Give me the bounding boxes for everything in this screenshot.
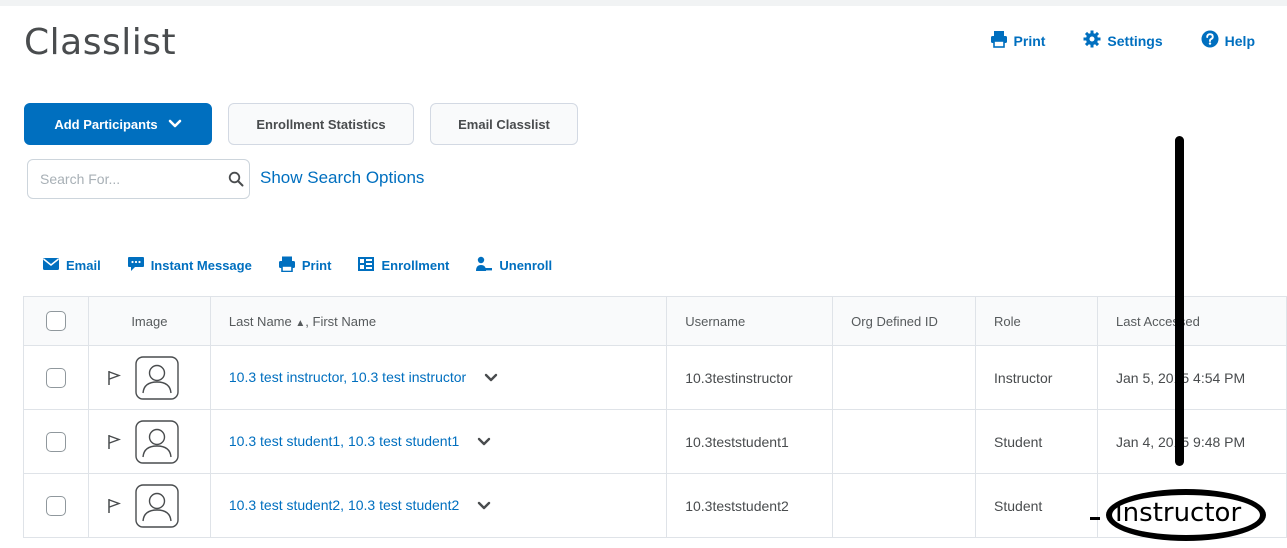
add-participants-button[interactable]: Add Participants bbox=[24, 103, 212, 145]
image-cell bbox=[88, 474, 211, 538]
header-name[interactable]: Last Name ▲, First Name bbox=[210, 296, 668, 346]
row-select-cell bbox=[23, 474, 89, 538]
last-accessed-cell: Jan 4, 2015 9:48 PM bbox=[1097, 410, 1287, 474]
row-select-cell bbox=[23, 410, 89, 474]
enrollment-grid-icon bbox=[357, 256, 375, 275]
printer-icon bbox=[278, 256, 296, 275]
table-header-row: Image Last Name ▲, First Name Username O… bbox=[23, 296, 1287, 346]
table-row: 10.3 test instructor, 10.3 test instruct… bbox=[23, 346, 1287, 410]
classlist-table: Image Last Name ▲, First Name Username O… bbox=[23, 296, 1287, 538]
question-circle-icon bbox=[1201, 30, 1219, 51]
table-row: 10.3 test student2, 10.3 test student2 1… bbox=[23, 474, 1287, 538]
annotation-line bbox=[1175, 136, 1184, 466]
chevron-down-icon[interactable] bbox=[477, 434, 491, 450]
select-all-checkbox[interactable] bbox=[45, 311, 66, 331]
row-checkbox[interactable] bbox=[45, 495, 66, 516]
header-username[interactable]: Username bbox=[667, 296, 834, 346]
flag-icon[interactable] bbox=[107, 370, 121, 386]
gear-icon bbox=[1083, 30, 1101, 51]
last-accessed-cell: Jan 5, 2015 4:54 PM bbox=[1097, 346, 1287, 410]
chevron-down-icon[interactable] bbox=[484, 370, 498, 386]
table-actions: Email Instant Message Print Enrollment U… bbox=[42, 256, 552, 275]
name-cell: 10.3 test student1, 10.3 test student1 bbox=[210, 410, 668, 474]
instant-message-action[interactable]: Instant Message bbox=[127, 256, 252, 275]
select-all-cell bbox=[23, 296, 89, 346]
org-id-cell bbox=[833, 410, 977, 474]
name-cell: 10.3 test instructor, 10.3 test instruct… bbox=[210, 346, 668, 410]
envelope-icon bbox=[42, 256, 60, 275]
user-name-link[interactable]: 10.3 test student2, 10.3 test student2 bbox=[229, 497, 459, 513]
enrollment-action[interactable]: Enrollment bbox=[357, 256, 449, 275]
header-image: Image bbox=[88, 296, 211, 346]
row-select-cell bbox=[23, 346, 89, 410]
username-cell: 10.3testinstructor bbox=[667, 346, 834, 410]
email-action-label: Email bbox=[66, 258, 101, 273]
primary-actions: Add Participants Enrollment Statistics E… bbox=[24, 103, 578, 145]
print-action-label: Print bbox=[301, 258, 332, 273]
search-input[interactable] bbox=[28, 160, 223, 198]
row-checkbox[interactable] bbox=[45, 431, 66, 452]
email-action[interactable]: Email bbox=[42, 256, 101, 275]
row-checkbox[interactable] bbox=[45, 367, 66, 388]
search-box bbox=[27, 159, 250, 199]
user-minus-icon bbox=[475, 256, 493, 275]
unenroll-action-label: Unenroll bbox=[499, 258, 553, 273]
printer-icon bbox=[990, 30, 1008, 51]
header-first-name[interactable]: , First Name bbox=[305, 314, 376, 329]
header-last-name[interactable]: Last Name bbox=[229, 314, 292, 329]
user-avatar-icon bbox=[135, 355, 179, 400]
user-name-link[interactable]: 10.3 test student1, 10.3 test student1 bbox=[229, 433, 459, 449]
role-cell: Instructor bbox=[976, 346, 1098, 410]
top-links: Print Settings Help bbox=[990, 30, 1255, 51]
chevron-down-icon[interactable] bbox=[477, 498, 491, 514]
role-cell: Student bbox=[976, 410, 1098, 474]
enrollment-action-label: Enrollment bbox=[381, 258, 450, 273]
user-avatar-icon bbox=[135, 483, 179, 528]
unenroll-action[interactable]: Unenroll bbox=[475, 256, 552, 275]
username-cell: 10.3teststudent1 bbox=[667, 410, 834, 474]
header-org-id[interactable]: Org Defined ID bbox=[833, 296, 977, 346]
page-title: Classlist bbox=[24, 22, 177, 63]
flag-icon[interactable] bbox=[107, 498, 121, 514]
enrollment-statistics-button[interactable]: Enrollment Statistics bbox=[228, 103, 414, 145]
user-avatar-icon bbox=[135, 419, 179, 464]
org-id-cell bbox=[833, 474, 977, 538]
settings-link-label: Settings bbox=[1107, 32, 1163, 49]
annotation-ellipse bbox=[1106, 489, 1266, 541]
org-id-cell bbox=[833, 346, 977, 410]
username-cell: 10.3teststudent2 bbox=[667, 474, 834, 538]
user-name-link[interactable]: 10.3 test instructor, 10.3 test instruct… bbox=[229, 369, 466, 385]
table-row: 10.3 test student1, 10.3 test student1 1… bbox=[23, 410, 1287, 474]
header-last-accessed[interactable]: Last Accessed bbox=[1097, 296, 1287, 346]
print-link-label: Print bbox=[1013, 32, 1046, 49]
chat-bubble-icon bbox=[127, 256, 145, 275]
annotation-dash bbox=[1090, 517, 1100, 520]
chevron-down-icon bbox=[168, 117, 182, 132]
email-classlist-button[interactable]: Email Classlist bbox=[430, 103, 578, 145]
print-link[interactable]: Print bbox=[990, 30, 1046, 51]
show-search-options-link[interactable]: Show Search Options bbox=[260, 168, 424, 188]
add-participants-label: Add Participants bbox=[54, 116, 158, 132]
settings-link[interactable]: Settings bbox=[1083, 30, 1163, 51]
instant-message-label: Instant Message bbox=[150, 258, 252, 273]
role-cell: Student bbox=[976, 474, 1098, 538]
top-border bbox=[0, 0, 1287, 6]
name-cell: 10.3 test student2, 10.3 test student2 bbox=[210, 474, 668, 538]
print-action[interactable]: Print bbox=[278, 256, 332, 275]
flag-icon[interactable] bbox=[107, 434, 121, 450]
help-link-label: Help bbox=[1224, 32, 1255, 49]
sort-ascending-icon: ▲ bbox=[295, 317, 306, 329]
header-role[interactable]: Role bbox=[976, 296, 1098, 346]
image-cell bbox=[88, 410, 211, 474]
image-cell bbox=[88, 346, 211, 410]
search-icon[interactable] bbox=[223, 171, 249, 187]
help-link[interactable]: Help bbox=[1201, 30, 1255, 51]
